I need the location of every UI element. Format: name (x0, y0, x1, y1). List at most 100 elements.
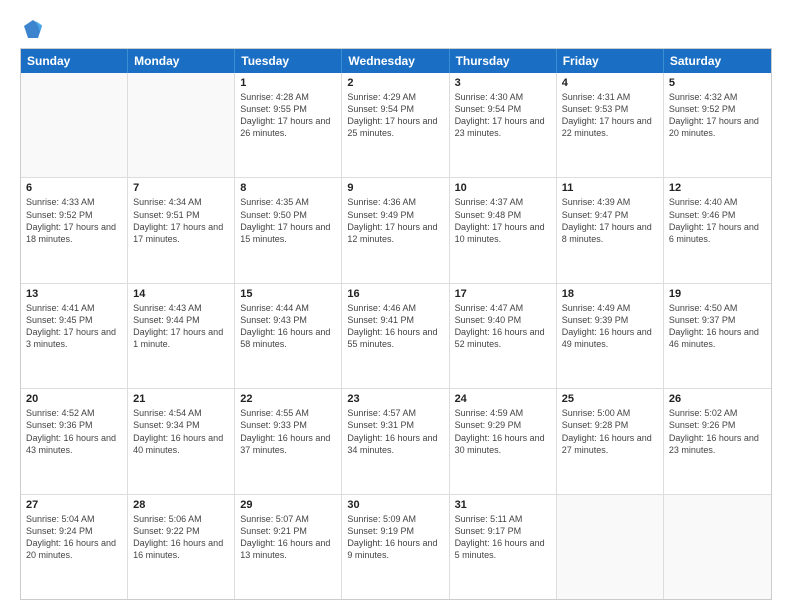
day-number: 10 (455, 182, 551, 194)
day-info: Sunrise: 4:31 AM Sunset: 9:53 PM Dayligh… (562, 91, 658, 140)
day-number: 12 (669, 182, 766, 194)
calendar-cell: 2 Sunrise: 4:29 AM Sunset: 9:54 PM Daylig… (342, 73, 449, 177)
calendar-cell (128, 73, 235, 177)
weekday-header: Wednesday (342, 49, 449, 73)
day-number: 8 (240, 182, 336, 194)
day-info: Sunrise: 5:02 AM Sunset: 9:26 PM Dayligh… (669, 407, 766, 456)
calendar-cell: 18 Sunrise: 4:49 AM Sunset: 9:39 PM Dayli… (557, 284, 664, 388)
calendar-cell (664, 495, 771, 599)
day-number: 16 (347, 288, 443, 300)
calendar-week-row: 13Sunrise: 4:41 AM Sunset: 9:45 PM Dayli… (21, 283, 771, 388)
calendar-cell: 16 Sunrise: 4:46 AM Sunset: 9:41 PM Dayli… (342, 284, 449, 388)
day-number: 15 (240, 288, 336, 300)
calendar-cell: 3 Sunrise: 4:30 AM Sunset: 9:54 PM Daylig… (450, 73, 557, 177)
day-info: Sunrise: 5:11 AM Sunset: 9:17 PM Dayligh… (455, 513, 551, 562)
day-number: 14 (133, 288, 229, 300)
calendar-cell: 29 Sunrise: 5:07 AM Sunset: 9:21 PM Dayli… (235, 495, 342, 599)
day-number: 22 (240, 393, 336, 405)
day-info: Sunrise: 4:43 AM Sunset: 9:44 PM Dayligh… (133, 302, 229, 351)
day-number: 2 (347, 77, 443, 89)
day-number: 5 (669, 77, 766, 89)
day-info: Sunrise: 4:46 AM Sunset: 9:41 PM Dayligh… (347, 302, 443, 351)
day-info: Sunrise: 4:55 AM Sunset: 9:33 PM Dayligh… (240, 407, 336, 456)
weekday-header: Saturday (664, 49, 771, 73)
day-info: Sunrise: 4:36 AM Sunset: 9:49 PM Dayligh… (347, 196, 443, 245)
weekday-header: Sunday (21, 49, 128, 73)
day-info: Sunrise: 5:00 AM Sunset: 9:28 PM Dayligh… (562, 407, 658, 456)
weekday-header: Thursday (450, 49, 557, 73)
calendar-cell: 12 Sunrise: 4:40 AM Sunset: 9:46 PM Dayli… (664, 178, 771, 282)
calendar-cell: 27Sunrise: 5:04 AM Sunset: 9:24 PM Dayli… (21, 495, 128, 599)
day-info: Sunrise: 4:35 AM Sunset: 9:50 PM Dayligh… (240, 196, 336, 245)
day-number: 18 (562, 288, 658, 300)
day-info: Sunrise: 5:06 AM Sunset: 9:22 PM Dayligh… (133, 513, 229, 562)
day-number: 3 (455, 77, 551, 89)
day-info: Sunrise: 4:33 AM Sunset: 9:52 PM Dayligh… (26, 196, 122, 245)
day-info: Sunrise: 4:54 AM Sunset: 9:34 PM Dayligh… (133, 407, 229, 456)
calendar-cell: 11Sunrise: 4:39 AM Sunset: 9:47 PM Dayli… (557, 178, 664, 282)
day-number: 26 (669, 393, 766, 405)
calendar-cell: 30 Sunrise: 5:09 AM Sunset: 9:19 PM Dayli… (342, 495, 449, 599)
calendar-week-row: 1Sunrise: 4:28 AM Sunset: 9:55 PM Daylig… (21, 73, 771, 177)
day-info: Sunrise: 4:30 AM Sunset: 9:54 PM Dayligh… (455, 91, 551, 140)
day-info: Sunrise: 5:09 AM Sunset: 9:19 PM Dayligh… (347, 513, 443, 562)
calendar-cell: 17 Sunrise: 4:47 AM Sunset: 9:40 PM Dayli… (450, 284, 557, 388)
day-number: 23 (347, 393, 443, 405)
calendar-cell: 24 Sunrise: 4:59 AM Sunset: 9:29 PM Dayli… (450, 389, 557, 493)
day-info: Sunrise: 4:32 AM Sunset: 9:52 PM Dayligh… (669, 91, 766, 140)
calendar-cell (21, 73, 128, 177)
calendar-cell: 9 Sunrise: 4:36 AM Sunset: 9:49 PM Daylig… (342, 178, 449, 282)
day-info: Sunrise: 4:40 AM Sunset: 9:46 PM Dayligh… (669, 196, 766, 245)
day-number: 25 (562, 393, 658, 405)
day-info: Sunrise: 4:29 AM Sunset: 9:54 PM Dayligh… (347, 91, 443, 140)
day-number: 11 (562, 182, 658, 194)
day-number: 21 (133, 393, 229, 405)
calendar-cell: 21 Sunrise: 4:54 AM Sunset: 9:34 PM Dayli… (128, 389, 235, 493)
logo (20, 18, 44, 40)
day-info: Sunrise: 4:50 AM Sunset: 9:37 PM Dayligh… (669, 302, 766, 351)
day-number: 30 (347, 499, 443, 511)
calendar-cell: 10Sunrise: 4:37 AM Sunset: 9:48 PM Dayli… (450, 178, 557, 282)
calendar-cell: 14 Sunrise: 4:43 AM Sunset: 9:44 PM Dayli… (128, 284, 235, 388)
day-info: Sunrise: 4:28 AM Sunset: 9:55 PM Dayligh… (240, 91, 336, 140)
calendar-week-row: 6 Sunrise: 4:33 AM Sunset: 9:52 PM Daylig… (21, 177, 771, 282)
day-info: Sunrise: 4:49 AM Sunset: 9:39 PM Dayligh… (562, 302, 658, 351)
day-number: 6 (26, 182, 122, 194)
day-number: 29 (240, 499, 336, 511)
day-info: Sunrise: 5:07 AM Sunset: 9:21 PM Dayligh… (240, 513, 336, 562)
calendar-cell: 23 Sunrise: 4:57 AM Sunset: 9:31 PM Dayli… (342, 389, 449, 493)
day-number: 13 (26, 288, 122, 300)
day-number: 27 (26, 499, 122, 511)
calendar-cell: 26 Sunrise: 5:02 AM Sunset: 9:26 PM Dayli… (664, 389, 771, 493)
day-number: 19 (669, 288, 766, 300)
calendar-cell: 1Sunrise: 4:28 AM Sunset: 9:55 PM Daylig… (235, 73, 342, 177)
calendar-cell: 19 Sunrise: 4:50 AM Sunset: 9:37 PM Dayli… (664, 284, 771, 388)
day-number: 9 (347, 182, 443, 194)
day-number: 17 (455, 288, 551, 300)
calendar-body: 1Sunrise: 4:28 AM Sunset: 9:55 PM Daylig… (21, 73, 771, 599)
calendar-cell: 8 Sunrise: 4:35 AM Sunset: 9:50 PM Daylig… (235, 178, 342, 282)
day-info: Sunrise: 4:34 AM Sunset: 9:51 PM Dayligh… (133, 196, 229, 245)
calendar-cell: 25 Sunrise: 5:00 AM Sunset: 9:28 PM Dayli… (557, 389, 664, 493)
calendar-cell: 28 Sunrise: 5:06 AM Sunset: 9:22 PM Dayli… (128, 495, 235, 599)
calendar-week-row: 27Sunrise: 5:04 AM Sunset: 9:24 PM Dayli… (21, 494, 771, 599)
calendar-cell: 15 Sunrise: 4:44 AM Sunset: 9:43 PM Dayli… (235, 284, 342, 388)
day-info: Sunrise: 4:47 AM Sunset: 9:40 PM Dayligh… (455, 302, 551, 351)
calendar-cell: 22 Sunrise: 4:55 AM Sunset: 9:33 PM Dayli… (235, 389, 342, 493)
day-number: 7 (133, 182, 229, 194)
calendar-cell: 5 Sunrise: 4:32 AM Sunset: 9:52 PM Daylig… (664, 73, 771, 177)
logo-flag-icon (22, 18, 44, 40)
weekday-header: Monday (128, 49, 235, 73)
day-number: 28 (133, 499, 229, 511)
day-info: Sunrise: 4:57 AM Sunset: 9:31 PM Dayligh… (347, 407, 443, 456)
calendar-cell: 7 Sunrise: 4:34 AM Sunset: 9:51 PM Daylig… (128, 178, 235, 282)
day-number: 24 (455, 393, 551, 405)
calendar-cell: 20Sunrise: 4:52 AM Sunset: 9:36 PM Dayli… (21, 389, 128, 493)
weekday-header: Tuesday (235, 49, 342, 73)
day-info: Sunrise: 4:44 AM Sunset: 9:43 PM Dayligh… (240, 302, 336, 351)
calendar-cell: 4Sunrise: 4:31 AM Sunset: 9:53 PM Daylig… (557, 73, 664, 177)
calendar-header: SundayMondayTuesdayWednesdayThursdayFrid… (21, 49, 771, 73)
day-info: Sunrise: 4:59 AM Sunset: 9:29 PM Dayligh… (455, 407, 551, 456)
header (20, 18, 772, 40)
day-info: Sunrise: 4:52 AM Sunset: 9:36 PM Dayligh… (26, 407, 122, 456)
